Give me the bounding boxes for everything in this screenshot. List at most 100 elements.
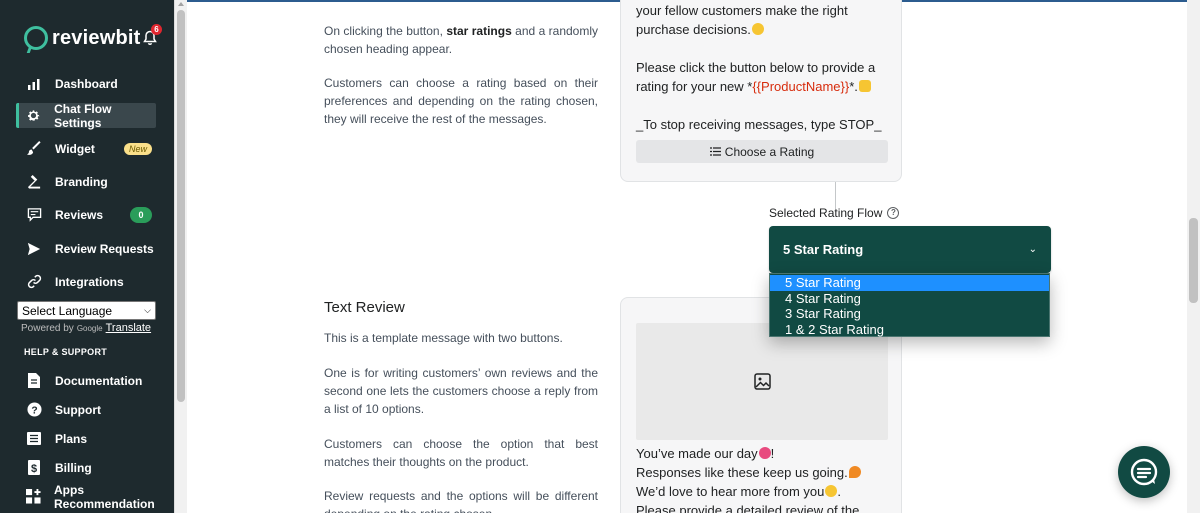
rating-msg-line: purchase decisions. (636, 20, 764, 39)
sidebar-item-support[interactable]: ? Support (16, 397, 156, 422)
question-icon: ? (26, 402, 42, 418)
rating-msg-line: your fellow customers make the right (636, 3, 848, 18)
rating-desc-text: On clicking the button, (324, 24, 443, 38)
sidebar-item-label: Review Requests (55, 241, 154, 256)
sidebar: reviewbit 6 Dashboard Chat Flow Settings… (0, 0, 174, 513)
hand-emoji-icon (858, 80, 871, 92)
text-review-desc-3: Customers can choose the option that bes… (324, 437, 598, 469)
sidebar-item-label: Apps Recommendation (54, 482, 155, 511)
sidebar-item-documentation[interactable]: Documentation (16, 368, 156, 393)
rating-flow-select[interactable]: 5 Star Rating ⌄ (769, 226, 1051, 273)
rating-msg-text: *. (849, 79, 858, 94)
selected-rating-flow-label: Selected Rating Flow ? (769, 206, 900, 220)
dollar-icon: $ (26, 460, 42, 476)
text-review-msg-line: We’d love to hear more from you. (636, 482, 841, 501)
sidebar-item-label: Widget (55, 141, 95, 156)
sidebar-item-branding[interactable]: Branding (16, 169, 156, 194)
sidebar-item-review-requests[interactable]: Review Requests (16, 236, 156, 261)
rating-flow-select-value: 5 Star Rating (783, 242, 864, 257)
rating-description-2: Customers can choose a rating based on t… (324, 76, 598, 126)
sidebar-item-label: Plans (55, 431, 88, 446)
text-review-desc-2: One is for writing customers’ own review… (324, 366, 598, 416)
gear-icon (26, 108, 41, 124)
text-review-desc-4: Review requests and the options will be … (324, 489, 598, 513)
sidebar-item-chat-flow-settings[interactable]: Chat Flow Settings (16, 101, 156, 130)
rating-flow-option-3-star[interactable]: 3 Star Rating (770, 306, 1049, 322)
sidebar-item-reviews[interactable]: Reviews 0 (16, 202, 156, 227)
rating-msg-line: Please click the button below to provide… (636, 60, 876, 75)
sidebar-item-label: Dashboard (55, 76, 118, 91)
notification-bell[interactable]: 6 (143, 24, 162, 46)
smile-emoji-icon (825, 485, 838, 497)
text-review-msg-line: Please provide a detailed review of the (636, 503, 860, 513)
list-icon (709, 147, 721, 156)
rating-desc-bold: star ratings (446, 24, 512, 38)
text-review-msg-text: ! (770, 446, 775, 461)
sidebar-item-label: Integrations (55, 274, 124, 289)
svg-text:?: ? (31, 405, 37, 416)
product-name-variable: {{ProductName}} (752, 79, 850, 94)
link-icon (26, 274, 42, 290)
send-icon (26, 241, 42, 257)
chat-icon (1130, 458, 1158, 486)
text-review-msg-text: We’d love to hear more from you (636, 484, 825, 499)
powered-by-text: Powered by (21, 322, 74, 334)
language-select[interactable]: Select Language ⌵ (17, 301, 156, 320)
language-select-value: Select Language (22, 303, 113, 318)
list-icon (26, 431, 42, 447)
scroll-up-icon[interactable] (178, 2, 184, 6)
main-scrollbar[interactable] (1187, 0, 1200, 513)
chat-launcher-button[interactable] (1118, 446, 1170, 498)
brand-name: reviewbit (52, 26, 141, 49)
text-review-msg-line: You’ve made our day! (636, 444, 774, 463)
rating-msg-text: rating for your new * (636, 79, 753, 94)
chevron-down-icon: ⌄ (1028, 244, 1037, 255)
sidebar-item-plans[interactable]: Plans (16, 426, 156, 451)
rating-msg-line: _To stop receiving messages, type STOP_ (636, 117, 882, 132)
rating-description-1: On clicking the button, star ratings and… (324, 22, 598, 58)
rating-flow-option-1-2-star[interactable]: 1 & 2 Star Rating (770, 322, 1049, 338)
sidebar-item-dashboard[interactable]: Dashboard (16, 71, 156, 96)
apps-icon (26, 489, 41, 505)
rating-flow-options: 5 Star Rating 4 Star Rating 3 Star Ratin… (769, 273, 1050, 337)
sidebar-item-integrations[interactable]: Integrations (16, 269, 156, 294)
sidebar-item-label: Support (55, 402, 101, 417)
choose-rating-label: Choose a Rating (724, 144, 815, 159)
reviews-count-badge: 0 (130, 206, 152, 223)
review-icon (26, 207, 42, 223)
text-review-msg-text: You’ve made our day (636, 446, 758, 461)
help-icon[interactable]: ? (887, 207, 900, 219)
rating-msg-line: rating for your new *{{ProductName}}*. (636, 77, 871, 96)
rating-message-preview: your fellow customers make the right pur… (620, 0, 902, 182)
brand[interactable]: reviewbit (24, 26, 141, 50)
rating-msg-text: purchase decisions. (636, 22, 751, 37)
rating-flow-option-5-star[interactable]: 5 Star Rating (770, 275, 1049, 291)
sidebar-item-label: Reviews (55, 207, 104, 222)
reviewbit-logo-icon (24, 26, 48, 50)
powered-by-google-translate: Powered by Google Translate (21, 322, 151, 334)
notification-count-badge: 6 (151, 24, 162, 35)
sidebar-item-label: Documentation (55, 373, 143, 388)
help-support-heading: HELP & SUPPORT (24, 347, 108, 357)
fire-emoji-icon (848, 466, 861, 478)
sidebar-item-apps-recommendation[interactable]: Apps Recommendation (16, 482, 174, 511)
sidebar-scrollbar-thumb[interactable] (177, 10, 185, 402)
svg-text:$: $ (31, 463, 37, 475)
flow-connector (835, 182, 836, 209)
translate-link[interactable]: Translate (106, 322, 151, 334)
sidebar-item-widget[interactable]: Widget New (16, 136, 156, 161)
sidebar-item-label: Chat Flow Settings (54, 101, 112, 130)
sidebar-item-label: Billing (55, 460, 92, 475)
main-scrollbar-thumb[interactable] (1189, 218, 1198, 303)
text-review-msg-line: Responses like these keep us going. (636, 463, 861, 482)
hammer-icon (26, 174, 42, 190)
sidebar-item-billing[interactable]: $ Billing (16, 455, 156, 480)
brush-icon (26, 141, 42, 157)
chevron-down-icon: ⌵ (144, 305, 151, 315)
text-review-msg-text: . (837, 484, 841, 499)
choose-rating-button[interactable]: Choose a Rating (636, 140, 888, 163)
sidebar-scrollbar[interactable] (174, 0, 187, 513)
google-logo: Google (76, 323, 103, 333)
bar-chart-icon (26, 76, 42, 92)
rating-flow-option-4-star[interactable]: 4 Star Rating (770, 291, 1049, 307)
